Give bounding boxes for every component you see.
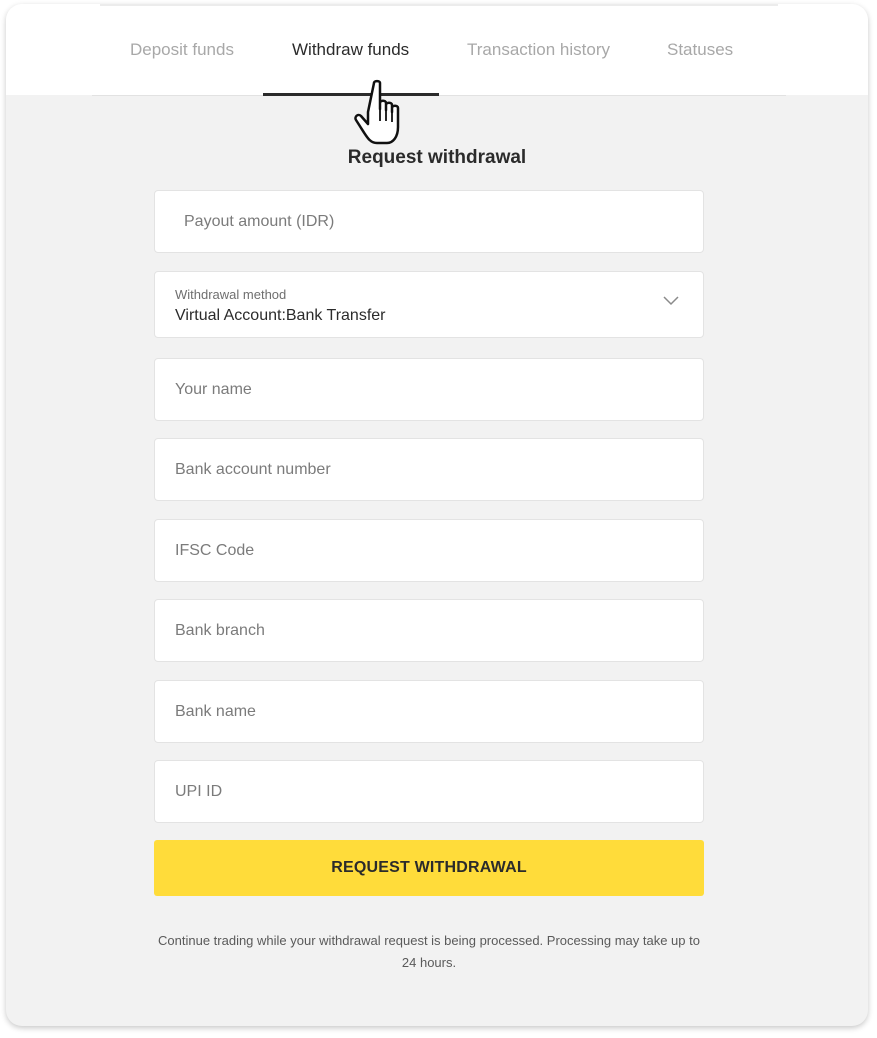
tab-statuses[interactable]: Statuses [667,40,733,60]
withdrawal-method-label: Withdrawal method [175,287,287,302]
tab-transaction-history[interactable]: Transaction history [467,40,610,60]
bank-account-number-field[interactable] [154,438,704,501]
processing-note: Continue trading while your withdrawal r… [158,933,700,970]
form-title: Request withdrawal [347,147,527,168]
name-field[interactable] [154,358,704,421]
ifsc-code-field[interactable] [154,519,704,582]
bank-account-number-input[interactable] [155,439,703,500]
tab-deposit-funds[interactable]: Deposit funds [130,40,234,60]
upi-id-field[interactable] [154,760,704,823]
request-withdrawal-button[interactable]: REQUEST WITHDRAWAL [154,840,704,896]
withdraw-card: Deposit funds Withdraw funds Transaction… [6,4,868,1026]
bank-name-field[interactable] [154,680,704,743]
active-tab-indicator [263,93,439,96]
bank-branch-field[interactable] [154,599,704,662]
ifsc-code-input[interactable] [155,520,703,581]
header-top-divider [100,4,778,6]
withdrawal-method-select[interactable]: Withdrawal method Virtual Account:Bank T… [154,271,704,338]
payout-amount-input[interactable] [155,191,703,252]
name-input[interactable] [155,359,703,420]
bank-branch-input[interactable] [155,600,703,661]
upi-id-input[interactable] [155,761,703,822]
bank-name-input[interactable] [155,681,703,742]
withdrawal-method-value: Virtual Account:Bank Transfer [175,307,386,324]
payout-amount-field[interactable] [154,190,704,253]
tab-withdraw-funds[interactable]: Withdraw funds [292,40,409,60]
tabs-divider [92,95,786,96]
chevron-down-icon[interactable] [663,294,679,306]
